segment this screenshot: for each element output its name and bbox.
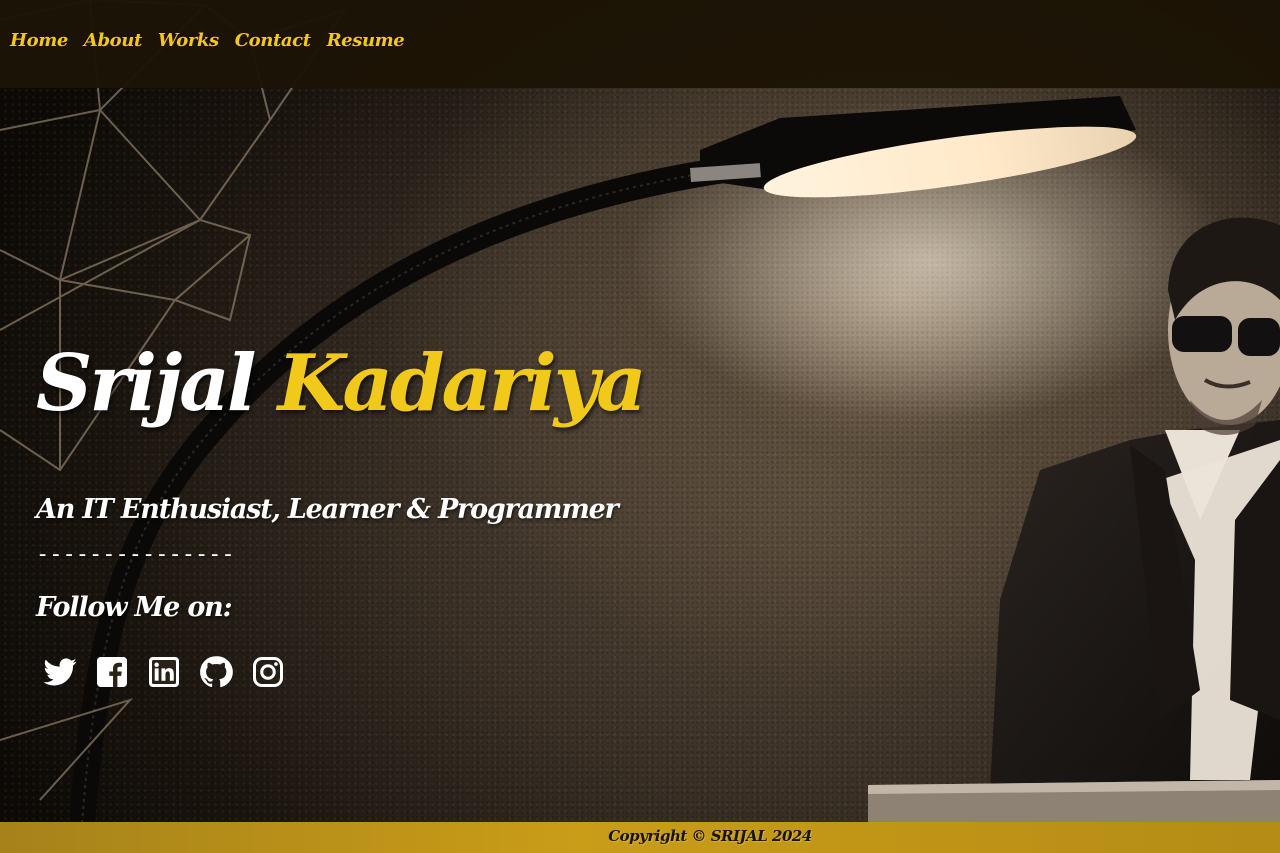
nav-link-works[interactable]: Works xyxy=(158,30,219,51)
twitter-icon xyxy=(43,658,77,686)
linkedin-link[interactable] xyxy=(146,654,182,690)
facebook-link[interactable] xyxy=(94,654,130,690)
twitter-link[interactable] xyxy=(42,654,78,690)
follow-label: Follow Me on: xyxy=(36,592,233,623)
copyright-text: Copyright © SRIJAL 2024 xyxy=(608,827,812,845)
instagram-link[interactable] xyxy=(250,654,286,690)
social-links xyxy=(42,654,286,690)
nav-link-contact[interactable]: Contact xyxy=(235,30,311,51)
github-link[interactable] xyxy=(198,654,234,690)
linkedin-icon xyxy=(149,657,179,687)
top-navbar: Home About Works Contact Resume xyxy=(0,0,1280,88)
hero-tagline: An IT Enthusiast, Learner & Programmer xyxy=(36,494,619,525)
page-footer: Copyright © SRIJAL 2024 xyxy=(0,822,1280,853)
facebook-icon xyxy=(97,657,127,687)
instagram-icon xyxy=(253,657,283,687)
nav-link-home[interactable]: Home xyxy=(10,30,68,51)
nav-menu: Home About Works Contact Resume xyxy=(10,30,405,51)
github-icon xyxy=(200,656,233,688)
hero-name: Srijal Kadariya xyxy=(36,345,647,423)
nav-link-resume[interactable]: Resume xyxy=(327,30,405,51)
hero-first-name: Srijal xyxy=(36,338,256,429)
hero-last-name: Kadariya xyxy=(277,338,647,429)
nav-link-about[interactable]: About xyxy=(84,30,142,51)
hero-divider: --------------- xyxy=(36,542,235,567)
